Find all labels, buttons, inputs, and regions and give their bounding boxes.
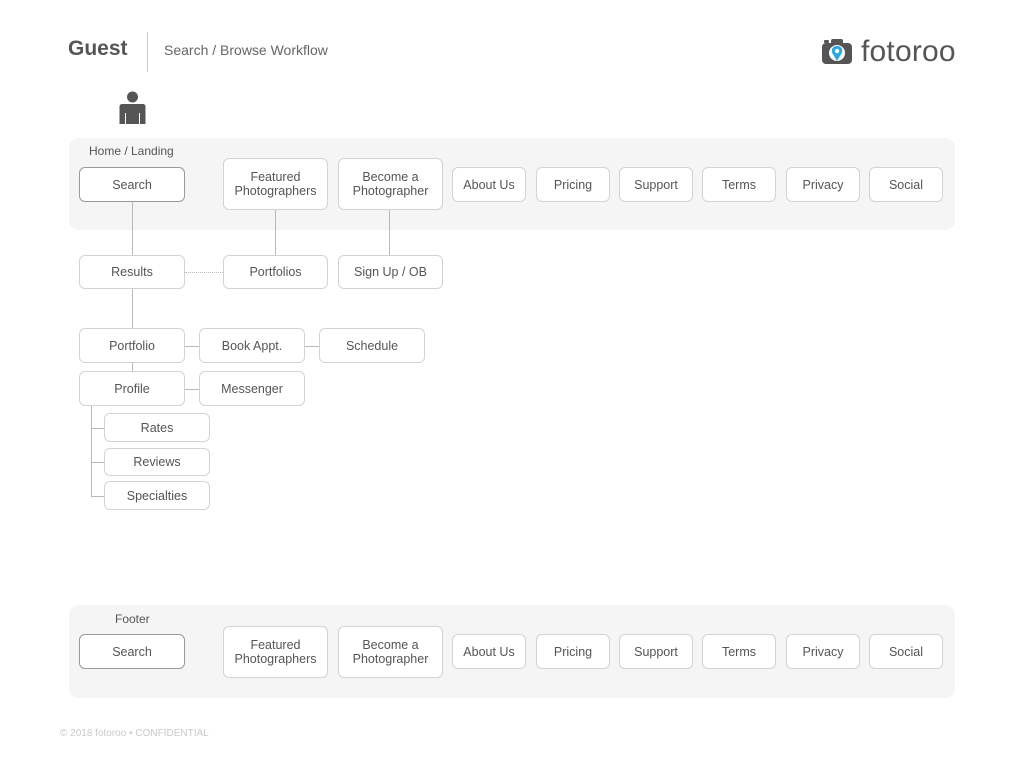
profile-node[interactable]: Profile (79, 371, 185, 406)
footer-terms-node[interactable]: Terms (702, 634, 776, 669)
landing-social-node[interactable]: Social (869, 167, 943, 202)
landing-become-photographer-node[interactable]: Become a Photographer (338, 158, 443, 210)
landing-featured-photographers-node[interactable]: Featured Photographers (223, 158, 328, 210)
portfolios-node[interactable]: Portfolios (223, 255, 328, 289)
footer-become-photographer-node[interactable]: Become a Photographer (338, 626, 443, 678)
landing-privacy-node[interactable]: Privacy (786, 167, 860, 202)
footer-about-us-node[interactable]: About Us (452, 634, 526, 669)
connector-become-signup (389, 210, 390, 256)
landing-search-node[interactable]: Search (79, 167, 185, 202)
landing-support-node[interactable]: Support (619, 167, 693, 202)
page-subtitle: Search / Browse Workflow (164, 42, 328, 58)
connector-specialties (91, 496, 105, 497)
landing-terms-node[interactable]: Terms (702, 167, 776, 202)
connector-featured-portfolios (275, 210, 276, 256)
reviews-node[interactable]: Reviews (104, 448, 210, 476)
schedule-node[interactable]: Schedule (319, 328, 425, 363)
footer-support-node[interactable]: Support (619, 634, 693, 669)
connector-results-portfolios (185, 272, 223, 273)
landing-label: Home / Landing (89, 144, 174, 158)
camera-pin-icon (822, 39, 852, 64)
book-appt-node[interactable]: Book Appt. (199, 328, 305, 363)
portfolio-node[interactable]: Portfolio (79, 328, 185, 363)
connector-portfolio-book (185, 346, 200, 347)
signup-node[interactable]: Sign Up / OB (338, 255, 443, 289)
connector-rates (91, 428, 105, 429)
landing-about-us-node[interactable]: About Us (452, 167, 526, 202)
messenger-node[interactable]: Messenger (199, 371, 305, 406)
connector-results-portfolio (132, 289, 133, 329)
copyright-text: © 2018 fotoroo • CONFIDENTIAL (60, 728, 209, 739)
connector-reviews (91, 462, 105, 463)
connector-profile-details (91, 406, 92, 496)
specialties-node[interactable]: Specialties (104, 481, 210, 510)
footer-search-node[interactable]: Search (79, 634, 185, 669)
logo-text: fotoroo (861, 35, 956, 68)
rates-node[interactable]: Rates (104, 413, 210, 442)
footer-pricing-node[interactable]: Pricing (536, 634, 610, 669)
results-node[interactable]: Results (79, 255, 185, 289)
header-divider (147, 32, 148, 72)
footer-privacy-node[interactable]: Privacy (786, 634, 860, 669)
footer-featured-photographers-node[interactable]: Featured Photographers (223, 626, 328, 678)
landing-pricing-node[interactable]: Pricing (536, 167, 610, 202)
page-title: Guest (68, 37, 128, 60)
user-person-icon (119, 91, 146, 124)
footer-social-node[interactable]: Social (869, 634, 943, 669)
connector-profile-messenger (185, 389, 200, 390)
connector-book-schedule (305, 346, 319, 347)
connector-search-results (132, 201, 133, 256)
footer-label: Footer (115, 612, 150, 626)
